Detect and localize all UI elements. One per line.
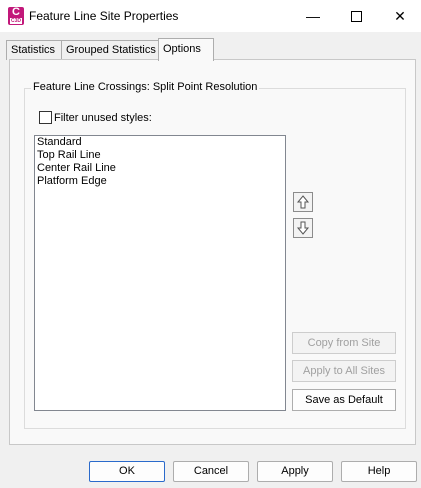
group-title: Feature Line Crossings: Split Point Reso… [31, 81, 260, 93]
window-title: Feature Line Site Properties [29, 9, 179, 23]
save-as-default-button[interactable]: Save as Default [292, 389, 396, 411]
split-point-resolution-group: Feature Line Crossings: Split Point Reso… [24, 81, 406, 429]
cancel-button[interactable]: Cancel [173, 461, 249, 482]
apply-to-all-sites-button[interactable]: Apply to All Sites [292, 360, 396, 382]
filter-unused-styles[interactable]: Filter unused styles: [39, 111, 152, 124]
arrow-down-icon [296, 221, 310, 235]
styles-listbox[interactable]: Standard Top Rail Line Center Rail Line … [34, 135, 286, 411]
move-up-button[interactable] [293, 192, 313, 212]
move-down-button[interactable] [293, 218, 313, 238]
minimize-button[interactable]: — [293, 0, 333, 32]
options-panel: Feature Line Crossings: Split Point Reso… [9, 59, 416, 445]
arrow-up-icon [296, 195, 310, 209]
civil3d-app-icon: C C3D [8, 7, 24, 25]
close-button[interactable]: ✕ [380, 0, 420, 32]
copy-from-site-button[interactable]: Copy from Site [292, 332, 396, 354]
help-button[interactable]: Help [341, 461, 417, 482]
maximize-button[interactable] [336, 0, 376, 32]
list-item[interactable]: Standard [35, 136, 285, 149]
title-bar[interactable]: C C3D Feature Line Site Properties — ✕ [0, 0, 421, 32]
list-item[interactable]: Top Rail Line [35, 149, 285, 162]
tab-statistics[interactable]: Statistics [6, 40, 63, 60]
minimize-icon: — [306, 8, 320, 24]
list-item[interactable]: Platform Edge [35, 175, 285, 188]
filter-unused-styles-checkbox[interactable] [39, 111, 52, 124]
filter-unused-styles-label: Filter unused styles: [54, 111, 152, 124]
tab-options[interactable]: Options [158, 38, 214, 61]
apply-button[interactable]: Apply [257, 461, 333, 482]
tab-grouped-statistics[interactable]: Grouped Statistics [61, 40, 164, 60]
ok-button[interactable]: OK [89, 461, 165, 482]
close-icon: ✕ [394, 7, 406, 24]
maximize-icon [350, 10, 362, 22]
list-item[interactable]: Center Rail Line [35, 162, 285, 175]
